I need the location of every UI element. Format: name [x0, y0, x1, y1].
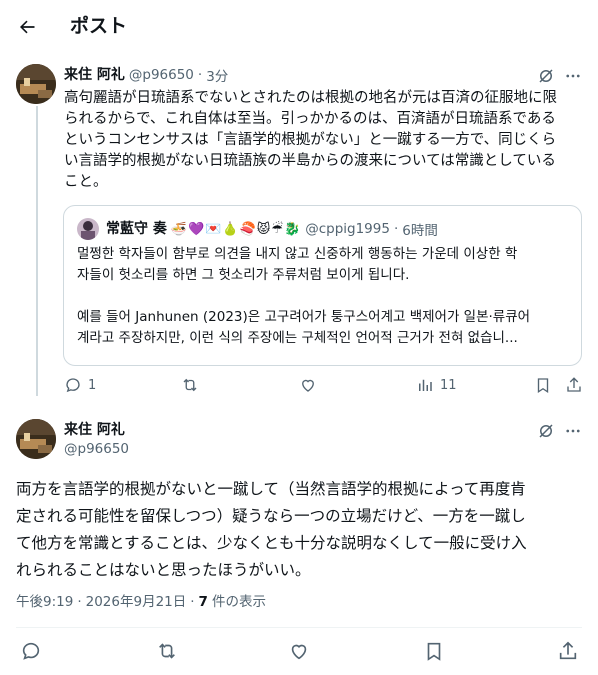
quote-author-handle: @cppig1995	[305, 221, 390, 237]
bookmark-icon	[534, 376, 552, 394]
views-count: 7	[198, 594, 208, 610]
tweet-date[interactable]: 2026年9月21日	[86, 593, 187, 611]
reply-button[interactable]: 1	[64, 376, 96, 394]
views-icon	[416, 376, 434, 394]
like-button[interactable]	[299, 376, 317, 394]
text-line	[77, 286, 571, 307]
more-button[interactable]	[562, 65, 584, 87]
quoted-tweet[interactable]: 常藍守 奏 🍜💜💌🍐🍣😾☔🐉 @cppig1995 · 6時間 멀쩡한 학자들이…	[63, 205, 582, 366]
reply-icon	[64, 376, 82, 394]
text-line: 定される可能性を留保しつつ）疑うなら一つの立場だけど、一方を一蹴し	[16, 507, 526, 525]
quote-author-name: 常藍守 奏	[106, 221, 167, 237]
quote-text: 멀쩡한 학자들이 함부로 의견을 내지 않고 신중하게 행동하는 가운데 이상한…	[77, 244, 571, 349]
quote-timestamp: 6時間	[402, 223, 438, 239]
timestamp[interactable]: 3分	[206, 65, 228, 85]
tweet-meta: 午後9:19 · 2026年9月21日 · 7 件の表示	[16, 593, 266, 611]
text-line: こと。	[64, 174, 108, 190]
tweet-time[interactable]: 午後9:19	[16, 593, 73, 611]
main-tweet-text: 両方を言語学的根拠がないと一蹴して（当然言語学的根拠によって再度肯 定される可能…	[16, 476, 586, 584]
author-handle[interactable]: @p96650	[64, 441, 129, 457]
author-handle[interactable]: @p96650	[129, 67, 194, 83]
arrow-left-icon	[17, 17, 37, 37]
separator: ·	[393, 221, 399, 237]
more-icon	[564, 67, 582, 85]
grok-button[interactable]	[535, 420, 557, 442]
bookmark-button[interactable]	[423, 640, 445, 662]
text-line: て他方を常識とすることは、少なくとも十分な説明なくして一般に受け入	[16, 534, 527, 552]
reply-button[interactable]	[20, 640, 42, 662]
page-title: ポスト	[70, 15, 128, 37]
header: ポスト	[0, 0, 598, 53]
separator: ·	[197, 67, 203, 83]
quote-author-emoji: 🍜💜💌🍐🍣😾☔🐉	[170, 221, 302, 237]
text-line: 高句麗語が日琉語系でないとされたのは根拠の地名が元は百済の征服地に限	[64, 90, 557, 106]
reply-count: 1	[88, 377, 97, 393]
retweet-button[interactable]	[180, 376, 200, 394]
text-line: 계라고 주장하지만, 이런 식의 주장에는 구체적인 언어적 근거가 전혀 없습…	[77, 330, 518, 346]
share-button[interactable]	[565, 376, 583, 394]
text-line: られるからで、これ自体は至当。引っかかるのは、百済語が日琉語系である	[64, 111, 556, 127]
reply-text: 高句麗語が日琉語系でないとされたのは根拠の地名が元は百済の征服地に限 られるから…	[64, 88, 584, 193]
separator: ·	[77, 594, 82, 610]
bookmark-button[interactable]	[534, 376, 552, 394]
quote-author-row: 常藍守 奏 🍜💜💌🍐🍣😾☔🐉 @cppig1995 · 6時間	[106, 219, 438, 239]
retweet-button[interactable]	[155, 640, 179, 662]
author-name[interactable]: 来住 阿礼	[64, 66, 125, 84]
avatar[interactable]	[16, 64, 56, 104]
like-button[interactable]	[288, 640, 310, 662]
heart-icon	[299, 376, 317, 394]
divider	[16, 627, 582, 628]
text-line: 예를 들어 Janhunen (2023)은 고구려어가 퉁구스어계고 백제어가…	[77, 309, 531, 325]
more-button[interactable]	[562, 420, 584, 442]
back-button[interactable]	[10, 10, 44, 44]
views-button[interactable]: 11	[416, 376, 457, 394]
quote-avatar	[77, 218, 99, 240]
author-name[interactable]: 来住 阿礼	[64, 421, 125, 439]
heart-icon	[288, 640, 310, 662]
reply-author-row: 来住 阿礼 @p96650 · 3分	[64, 65, 228, 85]
grok-icon	[537, 67, 555, 85]
share-button[interactable]	[557, 640, 579, 662]
text-line: というコンセンサスは「言語学的根拠がない」と一蹴する一方で、同じくら	[64, 132, 557, 148]
more-icon	[564, 422, 582, 440]
retweet-icon	[180, 376, 200, 394]
views-label: 件の表示	[211, 594, 266, 610]
views-count: 11	[440, 377, 457, 393]
grok-button[interactable]	[535, 65, 557, 87]
text-line: 멀쩡한 학자들이 함부로 의견을 내지 않고 신중하게 행동하는 가운데 이상한…	[77, 246, 518, 262]
retweet-icon	[155, 640, 179, 662]
thread-line	[36, 106, 38, 396]
share-icon	[557, 640, 579, 662]
text-line: い言語学的根拠がない日琉語族の半島からの渡来については常識としている	[64, 153, 556, 169]
text-line: 両方を言語学的根拠がないと一蹴して（当然言語学的根拠によって再度肯	[16, 480, 526, 498]
separator: ·	[190, 594, 195, 610]
avatar[interactable]	[16, 419, 56, 459]
share-icon	[565, 376, 583, 394]
grok-icon	[537, 422, 555, 440]
bookmark-icon	[423, 640, 445, 662]
text-line: 자들이 헛소리를 하면 그 헛소리가 주류처럼 보이게 됩니다.	[77, 267, 410, 283]
reply-icon	[20, 640, 42, 662]
text-line: れられることはないと思ったほうがいい。	[16, 561, 311, 579]
